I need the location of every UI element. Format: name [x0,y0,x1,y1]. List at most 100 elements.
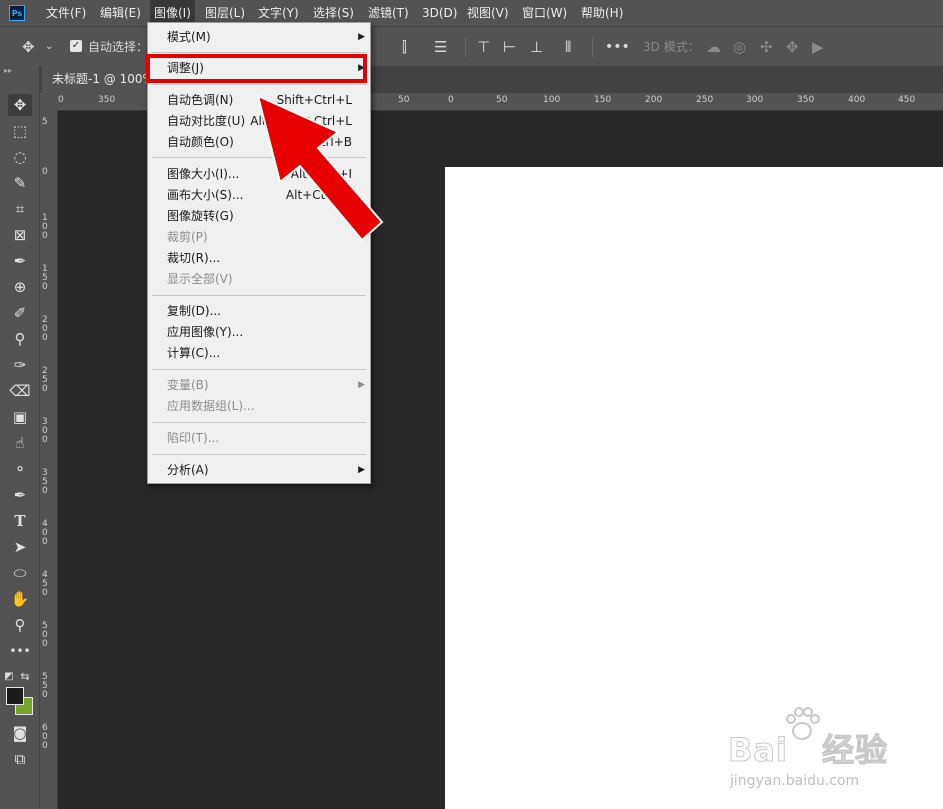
3d-scale-icon[interactable]: ▶ [812,27,824,67]
vertical-ruler: 5 0 1 0 0 1 5 0 2 0 0 2 5 0 3 0 0 3 5 0 … [40,110,58,809]
3d-pan-icon[interactable]: ✣ [760,27,773,67]
menu-3d[interactable]: 3D(D) [422,0,457,26]
3d-roll-icon[interactable]: ◎ [733,27,746,67]
menu-file[interactable]: 文件(F) [46,0,86,26]
default-colors-icon[interactable]: ◩ [2,666,16,688]
history-brush-tool-icon[interactable]: ✑ [8,354,32,376]
lasso-tool-icon[interactable]: ◌ [8,146,32,168]
pen-tool-icon[interactable]: ✒ [8,484,32,506]
smudge-tool-icon[interactable]: ☝ [8,432,32,454]
quick-mask-icon[interactable]: ◙ [8,722,32,744]
options-bar: ✥ ⌄ ✓ 自动选择： ⫿ ☰ ⊤ ⊢ ⊥ ⫴ ••• 3D 模式： ☁ ◎ ✣… [0,26,943,67]
3d-slide-icon[interactable]: ✥ [786,27,799,67]
align-top-icon[interactable]: ⊤ [477,27,490,67]
menu-separator [152,157,366,158]
menu-bar: Ps 文件(F) 编辑(E) 图像(I) 图层(L) 文字(Y) 选择(S) 滤… [0,0,943,26]
move-tool-icon[interactable]: ✥ [8,94,32,116]
menu-window[interactable]: 窗口(W) [522,0,567,26]
ruler-tick: 350 [797,95,815,105]
menu-separator [152,295,366,296]
type-tool-icon[interactable]: T [8,510,32,532]
ruler-tick: 300 [746,95,764,105]
more-tools-icon[interactable]: ••• [8,640,32,662]
more-options-icon[interactable]: ••• [605,27,630,67]
brush-tool-icon[interactable]: ✐ [8,302,32,324]
ruler-tick: 350 [98,95,116,105]
chevron-down-icon[interactable]: ⌄ [45,27,53,67]
ruler-tick: 100 [543,95,561,105]
healing-brush-tool-icon[interactable]: ⊕ [8,276,32,298]
path-select-tool-icon[interactable]: ➤ [8,536,32,558]
hand-tool-icon[interactable]: ✋ [8,588,32,610]
move-icon[interactable]: ✥ [22,27,35,67]
distribute-icon[interactable]: ⫴ [565,27,571,67]
menu-item-reveal-all: 显示全部(V) [167,272,233,286]
submenu-arrow-icon: ▶ [358,380,365,390]
submenu-arrow-icon: ▶ [358,465,365,475]
menu-item-analysis[interactable]: 分析(A) ▶ [148,460,370,481]
panel-grip-icon[interactable]: ▸▸ [4,66,12,75]
marquee-tool-icon[interactable]: ⬚ [8,120,32,142]
align-bottom-icon[interactable]: ⊥ [530,27,543,67]
photoshop-logo-icon: Ps [9,5,25,21]
menu-item-mode[interactable]: 模式(M) ▶ [148,27,370,48]
menu-filter[interactable]: 滤镜(T) [368,0,409,26]
menu-edit[interactable]: 编辑(E) [100,0,141,26]
quick-select-tool-icon[interactable]: ✎ [8,172,32,194]
menu-separator [152,52,366,53]
ruler-tick: 4 5 0 [42,570,48,598]
ruler-tick: 0 [448,95,454,105]
auto-select-checkbox[interactable]: ✓ [70,40,82,52]
menu-item-calculations[interactable]: 计算(C)... [148,343,370,364]
ruler-tick: 400 [848,95,866,105]
menu-item-crop: 裁剪(P) [167,230,208,244]
ruler-tick: 6 0 0 [42,723,48,751]
menu-item-canvas-size[interactable]: 画布大小(S)... Alt+Ctrl+C [148,185,370,206]
ruler-tick: 3 0 0 [42,417,48,445]
screen-mode-icon[interactable]: ⧉ [8,748,32,770]
menu-view[interactable]: 视图(V) [467,0,509,26]
menu-item-trap: 陷印(T)... [167,431,220,445]
swap-colors-icon[interactable]: ⇆ [18,666,32,688]
divider [465,37,466,57]
image-menu-dropdown: 模式(M) ▶ 调整(J) ▶ 自动色调(N) Shift+Ctrl+L 自动对比度(… [147,22,371,484]
ruler-tick: 450 [898,95,916,105]
foreground-color-swatch[interactable] [6,687,24,705]
ruler-tick: 2 5 0 [42,366,48,394]
eyedropper-tool-icon[interactable]: ✒ [8,250,32,272]
menu-help[interactable]: 帮助(H) [581,0,623,26]
menu-item-trim[interactable]: 裁切(R)... [148,248,370,269]
submenu-arrow-icon: ▶ [358,32,365,42]
ruler-tick: 4 0 0 [42,519,48,547]
crop-tool-icon[interactable]: ⌗ [8,198,32,220]
document-tab[interactable]: 未标题-1 @ 100% [42,66,152,93]
menu-item-apply-data-set: 应用数据组(L)... [167,399,255,413]
3d-orbit-icon[interactable]: ☁ [706,27,721,67]
ruler-tick: 3 5 0 [42,468,48,496]
menu-item-auto-tone[interactable]: 自动色调(N) Shift+Ctrl+L [148,90,370,111]
zoom-tool-icon[interactable]: ⚲ [8,614,32,636]
menu-item-auto-color[interactable]: 自动颜色(O) Shift+Ctrl+B [148,132,370,153]
gradient-tool-icon[interactable]: ▣ [8,406,32,428]
align-center-horizontal-icon[interactable]: ⫿ [402,27,407,67]
menu-separator [152,422,366,423]
shape-tool-icon[interactable]: ⬭ [8,562,32,584]
stamp-tool-icon[interactable]: ⚲ [8,328,32,350]
menu-item-image-size[interactable]: 图像大小(I)... Alt+Ctrl+I [148,164,370,185]
ruler-tick: 50 [496,95,508,105]
menu-item-duplicate[interactable]: 复制(D)... [148,301,370,322]
dodge-tool-icon[interactable]: ⚬ [8,458,32,480]
menu-item-apply-image[interactable]: 应用图像(Y)... [148,322,370,343]
ruler-tick: 50 [398,95,410,105]
frame-tool-icon[interactable]: ⊠ [8,224,32,246]
menu-item-variables: 变量(B) ▶ [148,375,370,396]
align-right-icon[interactable]: ☰ [434,27,447,67]
menu-item-auto-contrast[interactable]: 自动对比度(U) Alt+Shift+Ctrl+L [148,111,370,132]
baidu-watermark: Bai 经验 jingyan.baidu.com [728,705,938,805]
align-middle-icon[interactable]: ⊢ [503,27,516,67]
eraser-tool-icon[interactable]: ⌫ [8,380,32,402]
ruler-corner [40,93,58,110]
ruler-tick: 5 [42,117,48,127]
ruler-tick: 200 [645,95,663,105]
menu-item-image-rotation[interactable]: 图像旋转(G) [148,206,370,227]
